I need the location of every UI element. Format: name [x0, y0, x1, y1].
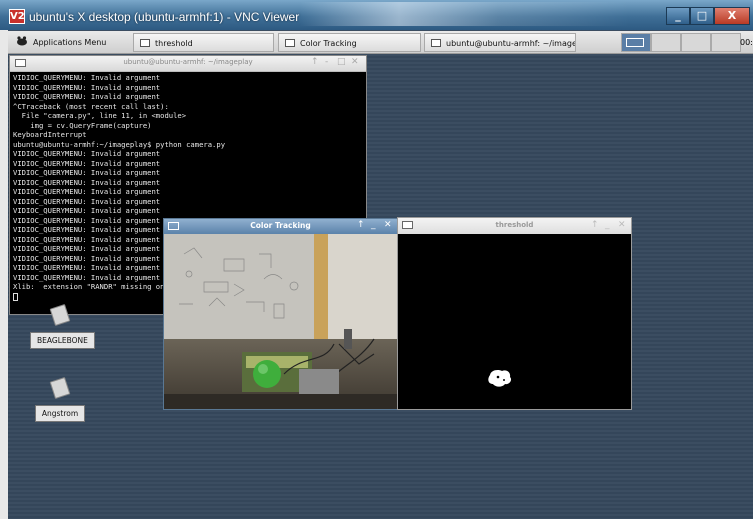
terminal-line: VIDIOC_QUERYMENU: Invalid argument	[13, 177, 161, 187]
desktop-icon-label: Angstrom	[34, 405, 86, 422]
terminal-minimize-button[interactable]: -	[325, 57, 328, 67]
vnc-logo-icon: V2	[9, 9, 25, 24]
window-icon	[140, 39, 150, 47]
task-label: Color Tracking	[300, 39, 357, 48]
task-label: ubuntu@ubuntu-armhf: ~/image...	[446, 39, 576, 48]
terminal-line: ^CTraceback (most recent call last):	[13, 101, 169, 111]
desktop-icon-beaglebone[interactable]: BEAGLEBONE	[30, 303, 95, 349]
threshold-titlebar[interactable]: threshold ↑ _ ✕	[398, 218, 631, 234]
window-icon	[285, 39, 295, 47]
terminal-line: VIDIOC_QUERYMENU: Invalid argument	[13, 92, 161, 101]
color-tracking-window[interactable]: Color Tracking ↑ _ ✕	[163, 218, 398, 410]
terminal-line: VIDIOC_QUERYMENU: Invalid argument	[13, 206, 161, 215]
terminal-line: VIDIOC_QUERYMENU: Invalid argument	[13, 73, 161, 82]
color-tracking-close-button[interactable]: ✕	[384, 220, 392, 230]
terminal-line: VIDIOC_QUERYMENU: Invalid argument	[13, 82, 161, 92]
clock: 00:39	[740, 38, 753, 47]
workspace-4[interactable]	[711, 33, 741, 52]
threshold-window[interactable]: threshold ↑ _ ✕	[397, 217, 632, 410]
color-tracking-minimize-button[interactable]: _	[371, 220, 376, 230]
terminal-line: File "camera.py", line 11, in <module>	[13, 111, 187, 120]
threshold-blob	[488, 370, 512, 387]
workspace-1[interactable]	[621, 33, 651, 52]
terminal-maximize-button[interactable]: □	[337, 57, 346, 67]
applications-menu-label: Applications Menu	[33, 38, 107, 47]
terminal-line: VIDIOC_QUERYMENU: Invalid argument	[13, 149, 161, 158]
terminal-line: VIDIOC_QUERYMENU: Invalid argument	[13, 158, 161, 168]
terminal-shade-button[interactable]: ↑	[311, 57, 319, 67]
titlebar-glare	[300, 2, 630, 26]
terminal-line: KeyboardInterrupt	[13, 130, 87, 139]
task-color-tracking[interactable]: Color Tracking	[278, 33, 421, 52]
desktop-icon-label: BEAGLEBONE	[30, 332, 95, 349]
workspace-3[interactable]	[681, 33, 711, 52]
window-icon	[431, 39, 441, 47]
threshold-minimize-button[interactable]: _	[605, 220, 610, 230]
task-threshold[interactable]: threshold	[133, 33, 274, 52]
color-tracking-shade-button[interactable]: ↑	[357, 220, 365, 230]
terminal-titlebar[interactable]: ubuntu@ubuntu-armhf: ~/imageplay ↑ - □ ✕	[10, 56, 366, 72]
threshold-shade-button[interactable]: ↑	[591, 220, 599, 230]
vnc-maximize-button[interactable]: □	[690, 7, 714, 25]
file-icon	[49, 376, 71, 400]
terminal-line: VIDIOC_QUERYMENU: Invalid argument	[13, 187, 161, 196]
terminal-line: img = cv.QueryFrame(capture)	[13, 120, 152, 130]
terminal-line: VIDIOC_QUERYMENU: Invalid argument	[13, 196, 161, 206]
vnc-titlebar[interactable]: V2 ubuntu's X desktop (ubuntu-armhf:1) -…	[0, 0, 753, 30]
terminal-close-button[interactable]: ✕	[351, 57, 359, 67]
camera-feed-image	[164, 234, 397, 409]
workspace-pager[interactable]	[621, 33, 741, 52]
task-terminal[interactable]: ubuntu@ubuntu-armhf: ~/image...	[424, 33, 576, 52]
vnc-minimize-button[interactable]: _	[666, 7, 690, 25]
terminal-line: ubuntu@ubuntu-armhf:~/imageplay$ python …	[13, 139, 226, 149]
terminal-cursor	[13, 292, 18, 301]
task-label: threshold	[155, 39, 193, 48]
vnc-frame-border	[0, 30, 8, 519]
applications-menu-button[interactable]: Applications Menu	[10, 33, 125, 52]
terminal-line: VIDIOC_QUERYMENU: Invalid argument	[13, 168, 161, 177]
vnc-window-title: ubuntu's X desktop (ubuntu-armhf:1) - VN…	[29, 10, 300, 24]
file-icon	[49, 303, 71, 327]
desktop-icon-angstrom[interactable]: Angstrom	[30, 376, 90, 422]
color-tracking-titlebar[interactable]: Color Tracking ↑ _ ✕	[164, 219, 397, 234]
vnc-close-button[interactable]: X	[714, 7, 750, 25]
threshold-close-button[interactable]: ✕	[618, 220, 626, 230]
workspace-2[interactable]	[651, 33, 681, 52]
taskbar: Applications Menu threshold Color Tracki…	[8, 31, 753, 54]
mouse-icon	[16, 34, 28, 46]
